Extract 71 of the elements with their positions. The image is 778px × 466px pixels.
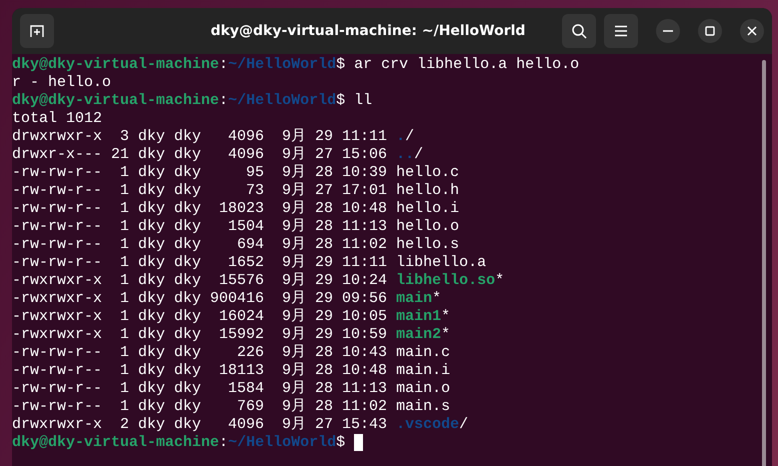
- file-name: ..: [396, 146, 414, 164]
- file-name: hello.i: [396, 200, 460, 218]
- prompt-path: ~/HelloWorld: [228, 92, 336, 110]
- command-text: ar crv libhello.a hello.o: [353, 56, 580, 74]
- file-details: -rwxrwxr-x 1 dky dky 15992 9月 29 10:59: [12, 326, 388, 344]
- file-name: main2: [396, 326, 442, 344]
- name-suffix: /: [414, 146, 424, 164]
- search-icon: [571, 23, 587, 39]
- file-name: main.c: [396, 344, 450, 362]
- name-suffix: *: [432, 290, 442, 308]
- prompt-symbol: $: [336, 56, 346, 74]
- prompt-path: ~/HelloWorld: [228, 56, 336, 74]
- maximize-button[interactable]: [698, 19, 722, 43]
- file-details: -rwxrwxr-x 1 dky dky 15576 9月 29 10:24: [12, 272, 388, 290]
- file-name: hello.s: [396, 236, 460, 254]
- file-details: -rwxrwxr-x 1 dky dky 16024 9月 29 10:05: [12, 308, 388, 326]
- file-details: -rw-rw-r-- 1 dky dky 1652 9月 29 11:11: [12, 254, 388, 272]
- file-details: -rw-rw-r-- 1 dky dky 226 9月 28 10:43: [12, 344, 388, 362]
- file-name: .vscode: [396, 416, 460, 434]
- file-details: drwxrwxr-x 3 dky dky 4096 9月 29 11:11: [12, 128, 388, 146]
- command-text: ll: [353, 92, 372, 110]
- file-name: hello.c: [396, 164, 460, 182]
- file-name: main.s: [396, 398, 450, 416]
- file-details: drwxr-x--- 21 dky dky 4096 9月 27 15:06: [12, 146, 388, 164]
- new-tab-button[interactable]: [20, 14, 54, 48]
- menu-button[interactable]: [604, 14, 638, 48]
- file-name: libhello.a: [396, 254, 486, 272]
- scrollbar[interactable]: [762, 60, 766, 466]
- close-button[interactable]: [740, 19, 764, 43]
- file-details: -rw-rw-r-- 1 dky dky 18113 9月 28 10:48: [12, 362, 388, 380]
- name-suffix: *: [441, 308, 450, 326]
- new-tab-icon: [29, 23, 45, 39]
- output-text: r - hello.o: [12, 74, 112, 92]
- prompt-user-host: dky@dky-virtual-machine: [12, 434, 220, 452]
- file-name: hello.h: [396, 182, 460, 200]
- file-name: main.i: [396, 362, 450, 380]
- prompt-symbol: $: [336, 434, 346, 452]
- window-title: dky@dky-virtual-machine: ~/HelloWorld: [210, 23, 526, 39]
- file-details: -rw-rw-r-- 1 dky dky 1584 9月 28 11:13: [12, 380, 388, 398]
- prompt-path: ~/HelloWorld: [228, 434, 336, 452]
- file-name: hello.o: [396, 218, 460, 236]
- prompt-user-host: dky@dky-virtual-machine: [12, 92, 220, 110]
- minimize-button[interactable]: [656, 19, 680, 43]
- file-details: -rw-rw-r-- 1 dky dky 73 9月 27 17:01: [12, 182, 388, 200]
- name-suffix: /: [459, 416, 468, 434]
- file-details: -rw-rw-r-- 1 dky dky 1504 9月 28 11:13: [12, 218, 388, 236]
- prompt-symbol: $: [336, 92, 346, 110]
- file-details: -rw-rw-r-- 1 dky dky 95 9月 28 10:39: [12, 164, 388, 182]
- close-icon: [747, 26, 757, 36]
- search-button[interactable]: [562, 14, 596, 48]
- prompt-separator: :: [219, 56, 228, 74]
- name-suffix: *: [441, 326, 450, 344]
- file-details: drwxrwxr-x 2 dky dky 4096 9月 27 15:43: [12, 416, 388, 434]
- file-details: -rw-rw-r-- 1 dky dky 769 9月 28 11:02: [12, 398, 388, 416]
- file-name: .: [396, 128, 406, 146]
- maximize-icon: [705, 26, 715, 36]
- prompt-separator: :: [219, 434, 228, 452]
- file-details: -rw-rw-r-- 1 dky dky 694 9月 28 11:02: [12, 236, 388, 254]
- prompt-separator: :: [219, 92, 228, 110]
- file-name: main: [396, 290, 432, 308]
- output-text: total 1012: [12, 110, 102, 128]
- minimize-icon: [663, 30, 673, 32]
- file-details: -rwxrwxr-x 1 dky dky 900416 9月 29 09:56: [12, 290, 388, 308]
- file-name: libhello.so: [396, 272, 496, 290]
- prompt-user-host: dky@dky-virtual-machine: [12, 56, 220, 74]
- menu-icon: [614, 25, 628, 37]
- file-name: main1: [396, 308, 442, 326]
- file-details: -rw-rw-r-- 1 dky dky 18023 9月 28 10:48: [12, 200, 388, 218]
- name-suffix: *: [495, 272, 504, 290]
- name-suffix: /: [405, 128, 414, 146]
- file-name: main.o: [396, 380, 450, 398]
